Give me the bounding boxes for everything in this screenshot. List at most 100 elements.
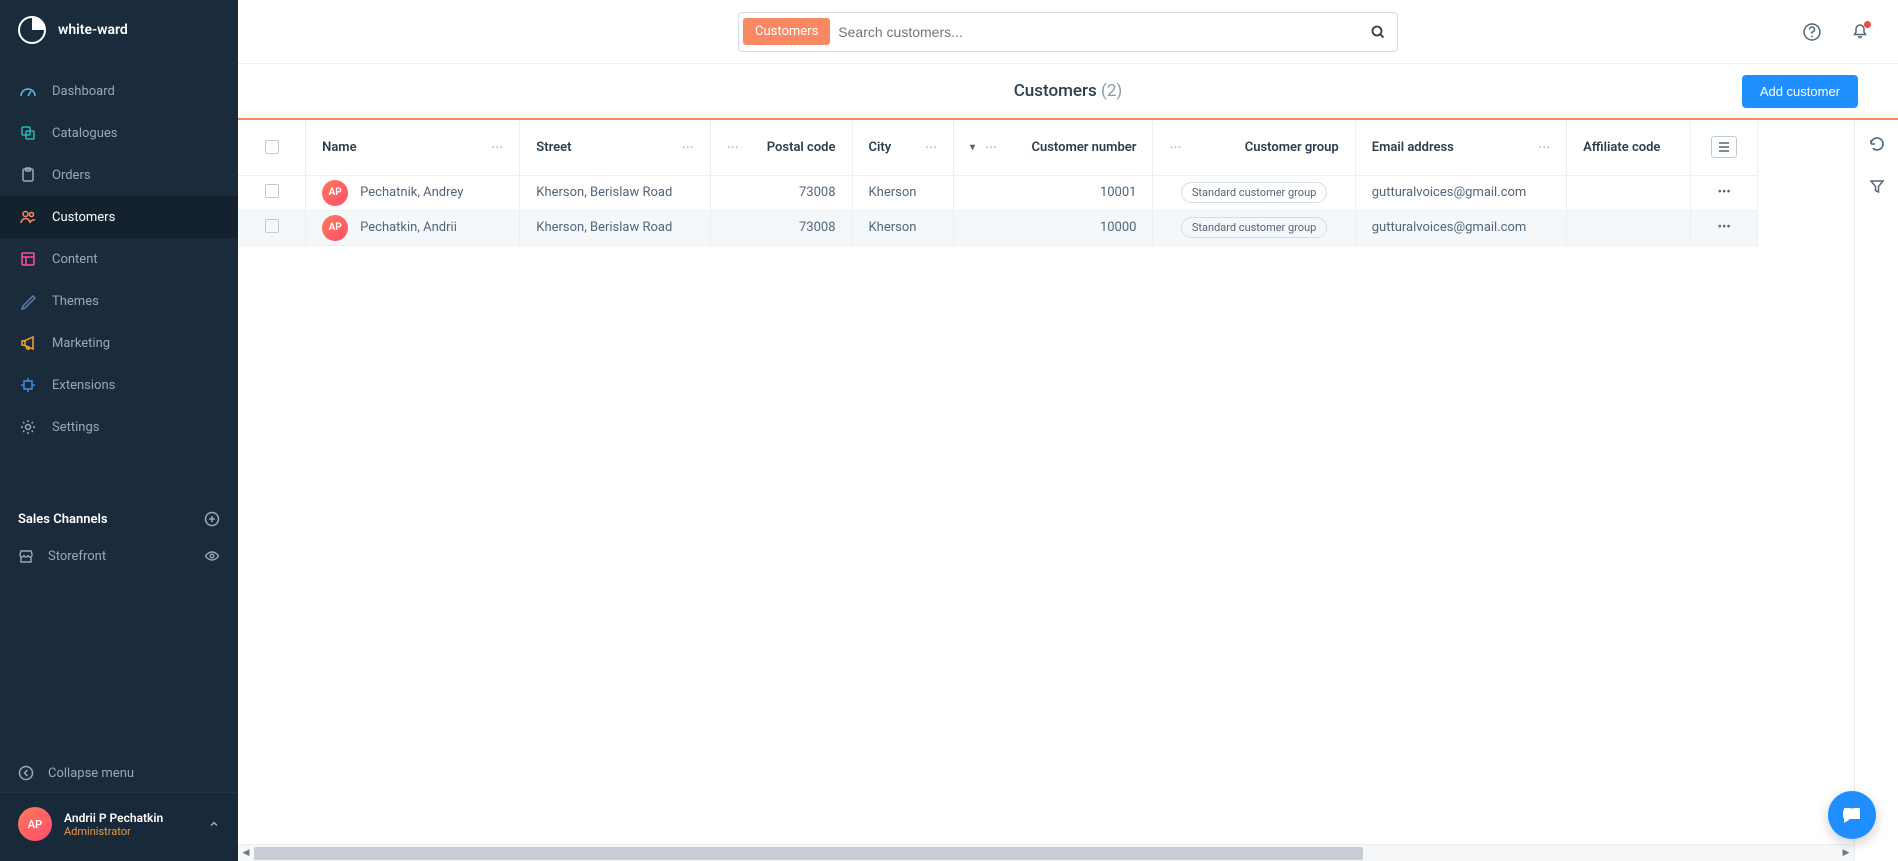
topbar: Customers (238, 0, 1898, 64)
scroll-right-icon[interactable]: ▶ (1838, 848, 1854, 858)
collapse-icon (18, 765, 34, 781)
cell-customer-number: 10001 (953, 175, 1153, 210)
page-header: Customers (2) Add customer (238, 64, 1898, 120)
select-all-checkbox[interactable] (265, 140, 279, 154)
column-drag-icon[interactable]: ⋯ (985, 140, 997, 154)
column-postal-code[interactable]: ⋯Postal code (710, 120, 852, 175)
column-customer-number[interactable]: ▾⋯Customer number (953, 120, 1153, 175)
collapse-menu-button[interactable]: Collapse menu (0, 754, 238, 793)
horizontal-scrollbar[interactable]: ◀ ▶ (238, 844, 1854, 861)
sales-channels-title: Sales Channels (18, 512, 108, 527)
nav-label: Marketing (52, 336, 110, 351)
user-avatar: AP (18, 807, 52, 841)
notification-dot (1864, 21, 1871, 28)
nav-item-catalogues[interactable]: Catalogues (0, 112, 238, 154)
sort-desc-icon[interactable]: ▾ (970, 142, 975, 153)
refresh-icon[interactable] (1867, 134, 1887, 154)
cell-affiliate-code (1567, 175, 1691, 210)
row-avatar: AP (322, 180, 348, 206)
cell-name: Pechatkin, Andrii (360, 220, 457, 235)
scroll-left-icon[interactable]: ◀ (238, 848, 254, 858)
brush-icon (18, 291, 38, 311)
clipboard-icon (18, 165, 38, 185)
nav-label: Extensions (52, 378, 115, 393)
page-title: Customers (2) (805, 81, 1332, 101)
column-drag-icon[interactable]: ⋯ (682, 140, 694, 154)
column-street[interactable]: Street⋯ (520, 120, 711, 175)
user-name: Andrii P Pechatkin (64, 811, 196, 825)
search-bar[interactable]: Customers (738, 12, 1398, 52)
nav-label: Customers (52, 210, 115, 225)
nav-item-settings[interactable]: Settings (0, 406, 238, 448)
column-drag-icon[interactable]: ⋯ (925, 140, 937, 154)
cell-name: Pechatnik, Andrey (360, 185, 463, 200)
add-customer-button[interactable]: Add customer (1742, 75, 1858, 108)
user-menu[interactable]: AP Andrii P Pechatkin Administrator (0, 793, 238, 861)
column-settings-icon[interactable] (1711, 136, 1737, 158)
cell-postal-code: 73008 (710, 210, 852, 245)
nav-label: Orders (52, 168, 91, 183)
customers-table: Name⋯ Street⋯ ⋯Postal code City⋯ ▾ ⋯Custo… (238, 120, 1758, 246)
row-actions-icon[interactable]: ••• (1707, 185, 1741, 200)
search-input[interactable] (838, 24, 1355, 40)
table-row[interactable]: AP Pechatnik, Andrey Kherson, Berislaw Roa… (238, 175, 1758, 210)
column-drag-icon[interactable]: ⋯ (727, 140, 739, 154)
cell-postal-code: 73008 (710, 175, 852, 210)
help-icon[interactable] (1802, 22, 1822, 42)
cell-street: Kherson, Berislaw Road (520, 175, 711, 210)
brand-logo (18, 16, 46, 44)
column-drag-icon[interactable]: ⋯ (1538, 140, 1550, 154)
nav-label: Dashboard (52, 84, 115, 99)
nav-item-themes[interactable]: Themes (0, 280, 238, 322)
nav-item-extensions[interactable]: Extensions (0, 364, 238, 406)
sidebar: white-ward Dashboard Catalogues Orders Cust… (0, 0, 238, 861)
storefront-icon (18, 548, 34, 564)
channel-item[interactable]: Storefront (0, 538, 238, 574)
row-actions-icon[interactable]: ••• (1707, 220, 1741, 235)
column-customer-group[interactable]: ⋯Customer group (1153, 120, 1355, 175)
column-city[interactable]: City⋯ (852, 120, 953, 175)
chevron-up-icon (208, 818, 220, 830)
cell-email: gutturalvoices@gmail.com (1355, 175, 1566, 210)
filter-icon[interactable] (1867, 176, 1887, 196)
column-email[interactable]: Email address⋯ (1355, 120, 1566, 175)
notifications-icon[interactable] (1850, 22, 1870, 42)
row-checkbox[interactable] (265, 219, 279, 233)
column-select-all[interactable] (238, 120, 306, 175)
column-settings[interactable] (1691, 120, 1758, 175)
row-checkbox[interactable] (265, 184, 279, 198)
main-nav: Dashboard Catalogues Orders Customers Conten… (0, 70, 238, 448)
nav-item-orders[interactable]: Orders (0, 154, 238, 196)
cell-city: Kherson (852, 210, 953, 245)
nav-item-dashboard[interactable]: Dashboard (0, 70, 238, 112)
column-affiliate-code[interactable]: Affiliate code (1567, 120, 1691, 175)
cell-customer-group: Standard customer group (1181, 182, 1327, 203)
channel-label: Storefront (48, 549, 106, 564)
cell-city: Kherson (852, 175, 953, 210)
layout-icon (18, 249, 38, 269)
column-drag-icon[interactable]: ⋯ (491, 140, 503, 154)
megaphone-icon (18, 333, 38, 353)
column-name[interactable]: Name⋯ (306, 120, 520, 175)
search-context-tag[interactable]: Customers (743, 18, 830, 45)
nav-item-customers[interactable]: Customers (0, 196, 238, 238)
search-icon[interactable] (1363, 17, 1393, 47)
cell-street: Kherson, Berislaw Road (520, 210, 711, 245)
brand-name: white-ward (58, 22, 128, 38)
cell-customer-number: 10000 (953, 210, 1153, 245)
customers-table-container: Name⋯ Street⋯ ⋯Postal code City⋯ ▾ ⋯Custo… (238, 120, 1854, 861)
speedometer-icon (18, 81, 38, 101)
nav-item-marketing[interactable]: Marketing (0, 322, 238, 364)
chat-fab[interactable] (1828, 791, 1876, 839)
copy-icon (18, 123, 38, 143)
eye-icon[interactable] (204, 548, 220, 564)
main-area: Customers Customers (2) (238, 0, 1898, 861)
sidebar-header: white-ward (0, 0, 238, 64)
nav-label: Settings (52, 420, 99, 435)
table-row[interactable]: APPechatkin, AndriiKherson, Berislaw Roa… (238, 210, 1758, 245)
nav-label: Themes (52, 294, 99, 309)
add-channel-icon[interactable] (204, 511, 220, 527)
column-drag-icon[interactable]: ⋯ (1169, 140, 1181, 154)
nav-item-content[interactable]: Content (0, 238, 238, 280)
collapse-label: Collapse menu (48, 766, 134, 781)
